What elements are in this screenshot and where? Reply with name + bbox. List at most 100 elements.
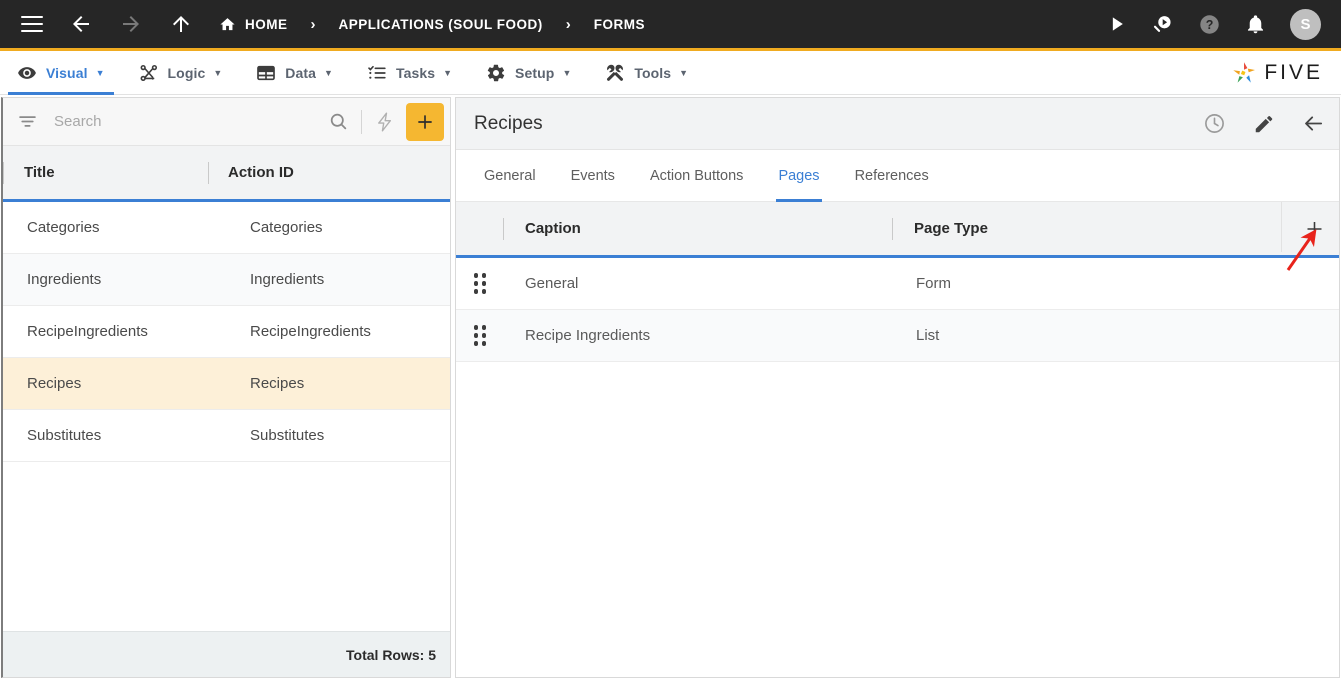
- up-navigation-icon[interactable]: [169, 12, 193, 36]
- back-arrow-icon[interactable]: [1302, 112, 1325, 135]
- breadcrumb-label-home: HOME: [245, 16, 288, 32]
- application-window: HOME › APPLICATIONS (SOUL FOOD) › FORMS: [0, 0, 1341, 679]
- search-icon[interactable]: [328, 111, 349, 132]
- cell-action-id: RecipeIngredients: [250, 323, 371, 340]
- menu-label-tasks: Tasks: [395, 64, 436, 81]
- cell-title: Recipes: [27, 375, 82, 392]
- edit-pencil-icon[interactable]: [1253, 113, 1275, 135]
- tab-label: References: [854, 167, 929, 184]
- cell-title: RecipeIngredients: [27, 323, 148, 340]
- svg-text:?: ?: [1206, 17, 1214, 31]
- cell-title: Ingredients: [27, 271, 102, 288]
- top-bar-actions: ? S: [1107, 8, 1321, 40]
- breadcrumb-item-applications[interactable]: APPLICATIONS (SOUL FOOD): [339, 17, 543, 32]
- add-form-button[interactable]: [406, 102, 444, 141]
- cell-caption: Recipe Ingredients: [525, 327, 651, 344]
- search-input[interactable]: [54, 113, 328, 130]
- history-clock-icon[interactable]: [1203, 112, 1226, 135]
- column-header-title[interactable]: Title: [4, 146, 208, 199]
- forward-navigation-icon[interactable]: [119, 12, 143, 36]
- menu-label-visual: Visual: [46, 64, 88, 81]
- table-row-selected[interactable]: Recipes Recipes: [3, 358, 450, 410]
- menu-item-visual[interactable]: Visual ▼: [0, 51, 122, 95]
- chevron-down-icon: ▼: [324, 67, 333, 78]
- table-row[interactable]: General Form: [456, 258, 1339, 310]
- menu-label-data: Data: [285, 64, 317, 81]
- top-navigation-bar: HOME › APPLICATIONS (SOUL FOOD) › FORMS: [0, 0, 1341, 51]
- tab-label: General: [484, 167, 536, 184]
- breadcrumb-separator: ›: [565, 15, 571, 33]
- forms-list-panel: Title Action ID Categories Categories In…: [1, 97, 451, 678]
- help-icon[interactable]: ?: [1198, 13, 1221, 36]
- cell-page-type: List: [916, 327, 940, 344]
- breadcrumb-item-forms[interactable]: FORMS: [594, 17, 645, 32]
- table-row[interactable]: Recipe Ingredients List: [456, 310, 1339, 362]
- chevron-down-icon: ▼: [562, 67, 572, 78]
- detail-header: Recipes: [456, 98, 1339, 150]
- cell-action-id: Substitutes: [250, 427, 325, 444]
- logic-nodes-icon: [139, 63, 159, 83]
- table-row[interactable]: RecipeIngredients RecipeIngredients: [3, 306, 450, 358]
- search-run-icon[interactable]: [1151, 13, 1174, 36]
- cell-title: Substitutes: [27, 427, 102, 444]
- column-header-action-id[interactable]: Action ID: [209, 146, 294, 199]
- five-brand-logo: FIVE: [1229, 59, 1323, 86]
- total-rows-label: Total Rows: 5: [346, 646, 436, 663]
- menu-item-tasks[interactable]: Tasks ▼: [350, 51, 469, 95]
- five-brand-text: FIVE: [1264, 60, 1323, 84]
- five-pinwheel-icon: [1233, 62, 1256, 83]
- table-row[interactable]: Substitutes Substitutes: [3, 410, 450, 462]
- form-detail-panel: Recipes General Events Action Buttons Pa…: [455, 97, 1340, 678]
- chevron-down-icon: ▼: [679, 67, 689, 78]
- eye-icon: [17, 63, 37, 83]
- tab-pages[interactable]: Pages: [768, 150, 829, 202]
- filter-icon[interactable]: [17, 111, 38, 132]
- detail-header-actions: [1203, 112, 1325, 135]
- pages-table-header: Caption Page Type: [456, 202, 1339, 258]
- column-divider: [1281, 202, 1282, 252]
- search-toolbar: [3, 98, 450, 146]
- breadcrumb-item-home[interactable]: HOME: [219, 16, 288, 33]
- user-avatar[interactable]: S: [1290, 8, 1321, 40]
- menu-item-data[interactable]: Data ▼: [239, 51, 350, 95]
- drag-handle-icon[interactable]: [456, 325, 504, 346]
- chevron-down-icon: ▼: [213, 67, 223, 78]
- table-row[interactable]: Ingredients Ingredients: [3, 254, 450, 306]
- breadcrumb: HOME › APPLICATIONS (SOUL FOOD) › FORMS: [219, 16, 645, 33]
- menu-item-tools[interactable]: Tools ▼: [588, 51, 705, 95]
- add-page-button[interactable]: [1304, 218, 1325, 239]
- forms-table-header: Title Action ID: [3, 146, 450, 202]
- cell-action-id: Categories: [250, 219, 323, 236]
- menu-item-setup[interactable]: Setup ▼: [469, 51, 588, 95]
- tab-events[interactable]: Events: [561, 150, 625, 202]
- menu-label-setup: Setup: [515, 64, 555, 81]
- breadcrumb-label-forms: FORMS: [593, 16, 645, 32]
- column-header-page-type[interactable]: Page Type: [893, 220, 988, 237]
- table-row[interactable]: Categories Categories: [3, 202, 450, 254]
- chevron-down-icon: ▼: [95, 67, 105, 78]
- gear-icon: [486, 63, 506, 83]
- forms-table-body: Categories Categories Ingredients Ingred…: [3, 202, 450, 631]
- lightning-bolt-icon[interactable]: [374, 111, 396, 133]
- forms-table-footer: Total Rows: 5: [3, 631, 450, 677]
- run-icon[interactable]: [1107, 14, 1127, 34]
- notifications-bell-icon[interactable]: [1245, 14, 1266, 35]
- module-menu-bar: Visual ▼ Logic ▼ Data ▼ Tasks ▼ Setup ▼ …: [0, 51, 1341, 95]
- table-grid-icon: [256, 63, 276, 83]
- hamburger-menu-icon[interactable]: [21, 16, 43, 32]
- chevron-down-icon: ▼: [443, 67, 453, 78]
- back-navigation-icon[interactable]: [69, 12, 93, 36]
- cell-action-id: Recipes: [250, 375, 305, 392]
- tab-references[interactable]: References: [845, 150, 939, 202]
- tab-general[interactable]: General: [474, 150, 546, 202]
- tab-label: Pages: [778, 167, 820, 184]
- drag-handle-icon[interactable]: [456, 273, 504, 294]
- toolbar-divider: [361, 109, 362, 134]
- menu-item-logic[interactable]: Logic ▼: [122, 51, 240, 95]
- tab-action-buttons[interactable]: Action Buttons: [640, 150, 754, 202]
- cell-caption: General: [525, 275, 579, 292]
- column-header-caption[interactable]: Caption: [504, 220, 892, 237]
- pages-table-body: General Form Recipe Ingredients List: [456, 258, 1339, 677]
- cell-action-id: Ingredients: [250, 271, 325, 288]
- tab-label: Events: [570, 167, 615, 184]
